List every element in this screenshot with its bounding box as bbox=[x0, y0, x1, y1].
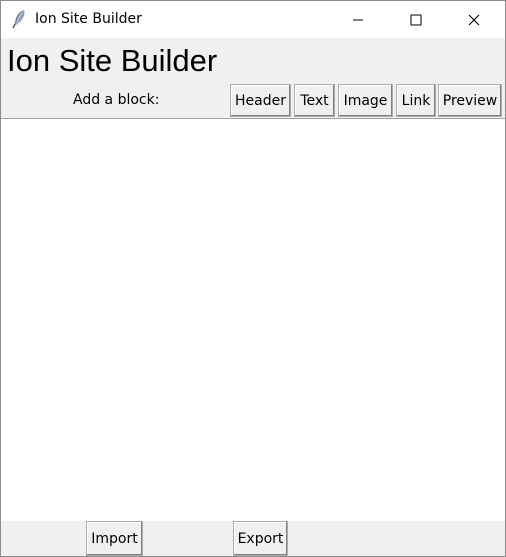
close-button[interactable] bbox=[451, 1, 497, 38]
title-bar: Ion Site Builder bbox=[1, 1, 505, 38]
window-title: Ion Site Builder bbox=[35, 11, 142, 27]
text-button[interactable]: Text bbox=[294, 84, 335, 117]
link-button[interactable]: Link bbox=[396, 84, 436, 117]
preview-button[interactable]: Preview bbox=[438, 84, 502, 117]
image-button[interactable]: Image bbox=[338, 84, 393, 117]
header-button[interactable]: Header bbox=[230, 84, 291, 117]
minimize-icon bbox=[353, 19, 363, 20]
maximize-icon bbox=[410, 14, 422, 25]
maximize-button[interactable] bbox=[393, 1, 439, 38]
page-heading: Ion Site Builder bbox=[7, 43, 218, 78]
export-button[interactable]: Export bbox=[233, 521, 288, 556]
block-canvas[interactable] bbox=[1, 118, 505, 522]
app-window: Ion Site Builder Ion Site Builder Add a … bbox=[0, 0, 506, 557]
import-button[interactable]: Import bbox=[86, 521, 143, 556]
minimize-button[interactable] bbox=[335, 1, 381, 38]
bottom-bar: Import Export bbox=[1, 521, 505, 556]
add-block-label: Add a block: bbox=[73, 92, 160, 108]
close-icon bbox=[468, 14, 480, 25]
feather-icon bbox=[11, 9, 29, 29]
